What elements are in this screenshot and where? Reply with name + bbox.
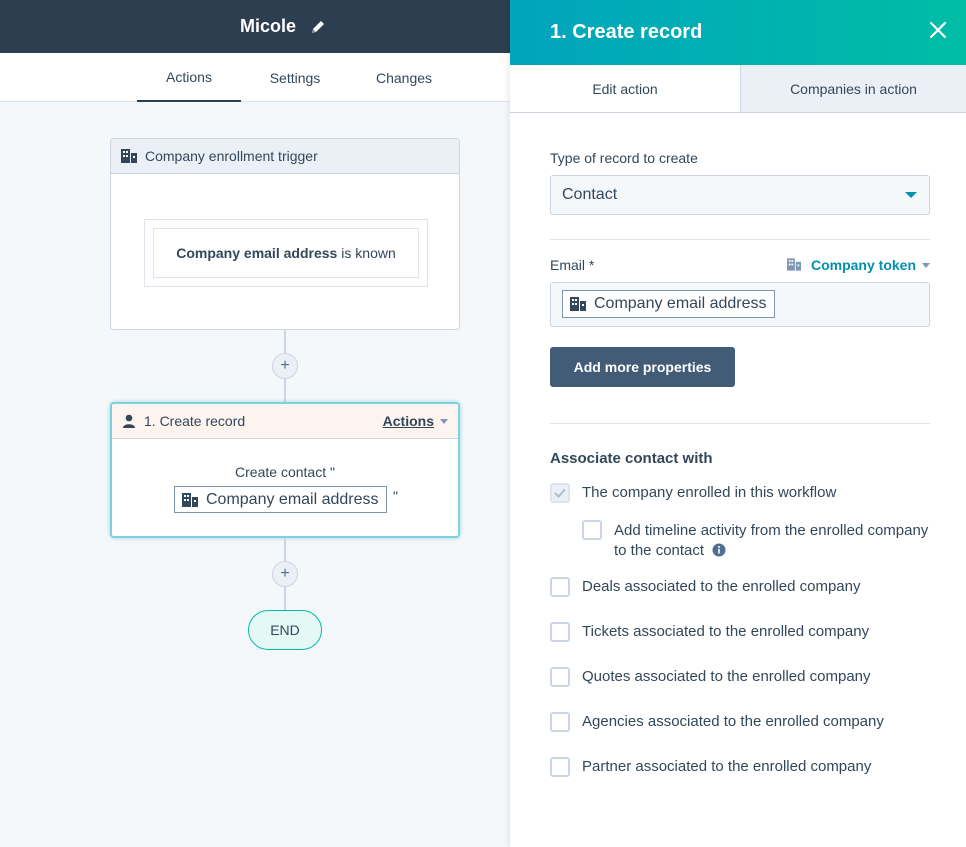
panel-tabs: Edit action Companies in action [510, 65, 966, 113]
close-icon[interactable] [928, 20, 948, 40]
action-title: 1. Create record [144, 413, 246, 429]
association-option[interactable]: Add timeline activity from the enrolled … [582, 520, 930, 561]
tab-settings[interactable]: Settings [250, 53, 340, 102]
company-token-dropdown[interactable]: Company token [786, 257, 930, 273]
workflow-tabs: Actions Settings Changes [0, 53, 510, 104]
tab-edit-action[interactable]: Edit action [510, 65, 740, 112]
association-option[interactable]: Agencies associated to the enrolled comp… [550, 712, 930, 732]
create-record-action-card[interactable]: 1. Create record Actions Create contact … [110, 402, 460, 538]
add-action-button[interactable]: + [272, 353, 298, 379]
workflow-canvas: Company enrollment trigger Company email… [0, 102, 510, 847]
panel-header: 1. Create record [510, 0, 966, 65]
checkbox[interactable] [550, 577, 570, 597]
panel-form: Type of record to create Contact Email *… [550, 113, 930, 777]
record-type-value: Contact [562, 186, 618, 203]
info-icon[interactable] [712, 543, 726, 557]
add-more-properties-button[interactable]: Add more properties [550, 347, 735, 387]
record-type-label: Type of record to create [550, 150, 698, 166]
association-label: Tickets associated to the enrolled compa… [582, 623, 870, 640]
company-email-token: Company email address [174, 486, 387, 513]
company-email-token[interactable]: Company email address [562, 290, 775, 318]
trigger-card-header: Company enrollment trigger [111, 139, 459, 174]
building-icon [182, 492, 198, 507]
chevron-down-icon [440, 418, 448, 424]
panel-title: 1. Create record [550, 21, 703, 43]
associate-heading: Associate contact with [550, 450, 713, 467]
contact-icon [122, 414, 136, 428]
checkbox[interactable] [550, 667, 570, 687]
checkbox[interactable] [550, 757, 570, 777]
record-type-select[interactable]: Contact [550, 175, 930, 215]
email-label: Email * [550, 257, 595, 273]
association-option[interactable]: Quotes associated to the enrolled compan… [550, 667, 930, 687]
email-token-label: Company email address [594, 295, 767, 312]
association-option[interactable]: The company enrolled in this workflow [550, 483, 930, 503]
tab-companies-in-action[interactable]: Companies in action [740, 65, 966, 112]
tab-actions[interactable]: Actions [137, 53, 241, 104]
association-label: Partner associated to the enrolled compa… [582, 758, 872, 775]
building-icon [570, 297, 586, 311]
checkbox[interactable] [550, 622, 570, 642]
closing-quote: " [393, 488, 398, 504]
token-label: Company email address [206, 490, 379, 508]
actions-label: Actions [382, 413, 434, 429]
action-editor-panel: 1. Create record Edit action Companies i… [510, 0, 966, 847]
email-field[interactable]: Company email address [550, 282, 930, 327]
action-card-header: 1. Create record Actions [112, 404, 458, 439]
actions-dropdown[interactable]: Actions [383, 413, 448, 429]
checkbox[interactable] [582, 520, 602, 540]
association-option[interactable]: Tickets associated to the enrolled compa… [550, 622, 930, 642]
enrollment-trigger-card[interactable]: Company enrollment trigger Company email… [110, 138, 460, 330]
checkbox[interactable] [550, 712, 570, 732]
building-icon [121, 149, 137, 163]
building-icon [786, 258, 803, 272]
end-node: END [248, 610, 322, 650]
trigger-filter-group: Company email address is known [144, 219, 428, 287]
association-label: The company enrolled in this workflow [582, 484, 837, 501]
filter-condition: is known [341, 245, 396, 261]
trigger-filter[interactable]: Company email address is known [153, 228, 419, 278]
workflow-header: Micole [0, 0, 510, 53]
create-contact-text: Create contact " [235, 464, 335, 480]
chevron-down-icon [922, 262, 930, 268]
add-action-button[interactable]: + [272, 561, 298, 587]
association-label: Deals associated to the enrolled company [582, 578, 861, 595]
association-option[interactable]: Deals associated to the enrolled company [550, 577, 930, 597]
workflow-name[interactable]: Micole [240, 16, 296, 37]
pencil-icon[interactable] [310, 19, 326, 35]
filter-property: Company email address [176, 245, 338, 261]
company-token-label: Company token [810, 257, 916, 273]
email-field-row: Email * Company token [550, 257, 930, 273]
association-label: Add timeline activity from the enrolled … [614, 522, 929, 559]
chevron-down-icon [905, 192, 917, 198]
checkbox-checked[interactable] [550, 483, 570, 503]
trigger-title: Company enrollment trigger [145, 148, 318, 164]
tab-changes[interactable]: Changes [355, 53, 453, 102]
association-option[interactable]: Partner associated to the enrolled compa… [550, 757, 930, 777]
association-label: Quotes associated to the enrolled compan… [582, 668, 871, 685]
association-label: Agencies associated to the enrolled comp… [582, 713, 884, 730]
